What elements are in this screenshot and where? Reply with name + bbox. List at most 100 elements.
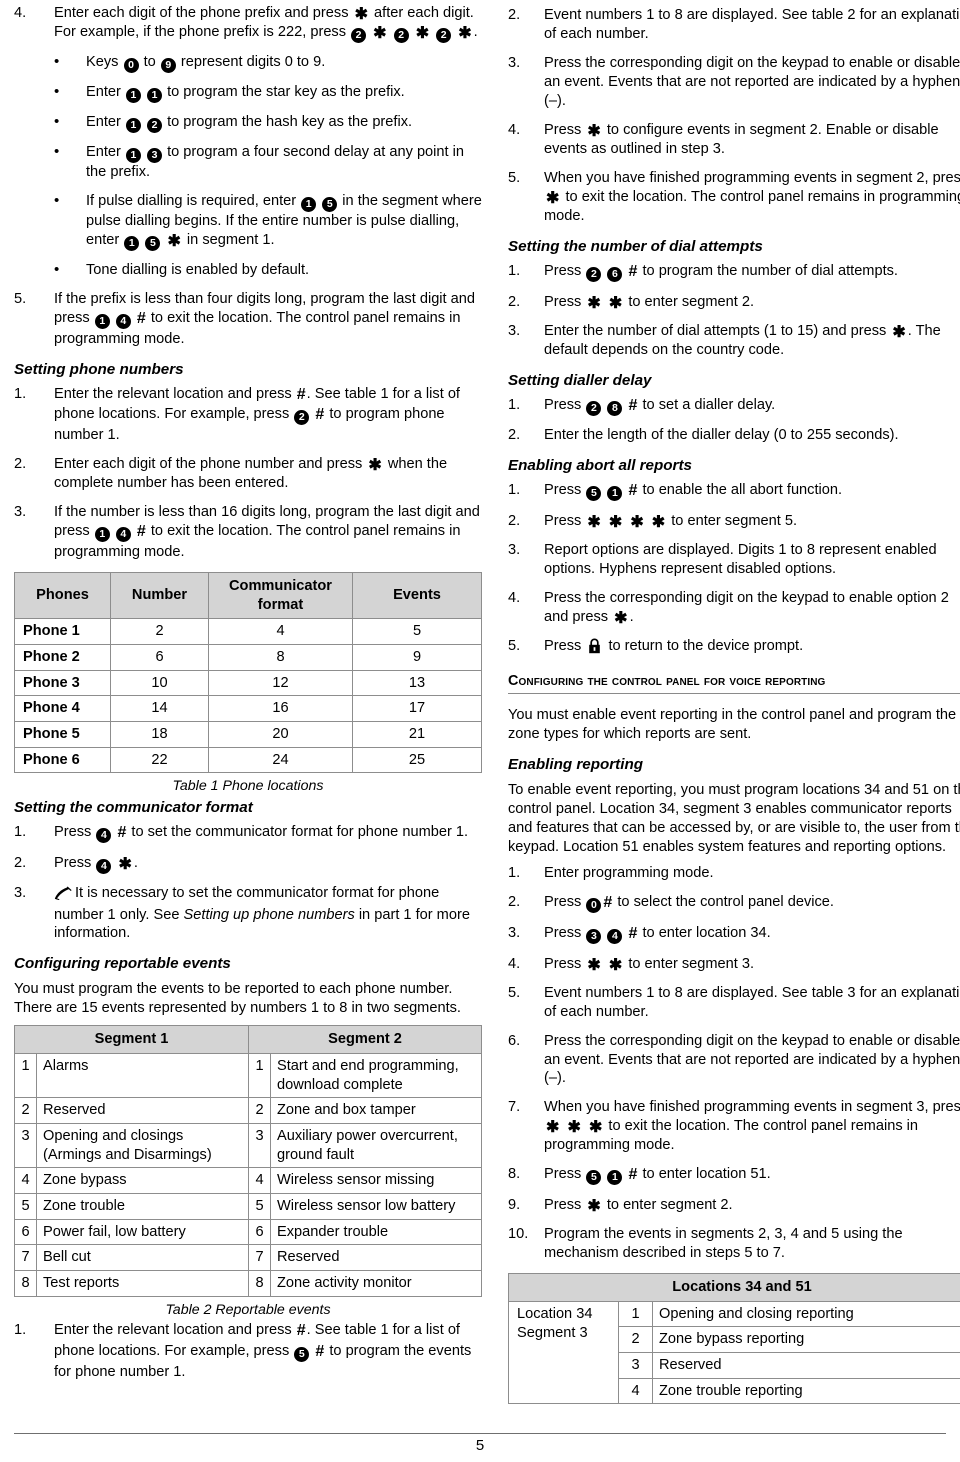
cell-event-s2: Zone activity monitor: [270, 1270, 482, 1297]
list-item: 3. If the number is less than 16 digits …: [14, 503, 482, 562]
key-badge-2: 2: [147, 118, 163, 133]
star-key-icon: ✱: [368, 457, 382, 475]
key-badge-2: 2: [294, 410, 310, 426]
table-row: Phone 6 22 24 25: [14, 746, 482, 774]
key-badge-1: 1: [607, 1170, 623, 1186]
abort-reports-step-list: 1. Press 5 1 # to enable the all abort f…: [508, 481, 960, 660]
list-item: • If pulse dialling is required, enter 1…: [14, 192, 482, 251]
step-text-a: When you have finished programming event…: [544, 1099, 960, 1116]
cell-format: 20: [208, 720, 353, 748]
key-badge-5: 5: [586, 1170, 602, 1186]
list-text: Press ✱ to configure events in segment 2…: [544, 121, 960, 159]
heading-abort-all-reports: Enabling abort all reports: [508, 457, 692, 475]
table-row: Phone 1 2 4 5: [14, 618, 482, 645]
star-key-icon: ✱: [546, 1119, 560, 1137]
cell-description: Zone bypass reporting: [652, 1326, 960, 1354]
list-number: 1.: [508, 396, 521, 413]
list-number: 1.: [14, 823, 27, 840]
list-text: Enter the length of the dialler delay (0…: [544, 427, 899, 444]
list-item: 1. Enter the relevant location and press…: [14, 385, 482, 446]
list-item: 4. Press ✱ ✱ to enter segment 3.: [508, 955, 960, 974]
list-number: 2.: [508, 427, 521, 444]
key-badge-1: 1: [125, 148, 141, 163]
list-item: • Enter 1 1 to program the star key as t…: [14, 83, 482, 103]
cell-event-s1: Reserved: [36, 1097, 249, 1125]
cell-index-s1: 4: [14, 1167, 37, 1195]
star-key-icon: ✱: [630, 514, 644, 532]
list-text: Report options are displayed. Digits 1 t…: [544, 542, 937, 578]
list-item: 5. Press to return to the device prompt.: [508, 637, 960, 660]
list-text: Press 2 8 # to set a dialler delay.: [544, 396, 960, 417]
list-text: Enter programming mode.: [544, 865, 714, 882]
list-number: 2.: [14, 456, 27, 473]
star-key-icon: ✱: [167, 232, 181, 250]
step-text-a: Press: [544, 637, 582, 654]
key-badge-4: 4: [607, 928, 623, 944]
key-badge-1: 1: [147, 88, 163, 103]
list-item: 2. Press 4 ✱.: [14, 854, 482, 874]
key-badge-1: 1: [607, 486, 623, 502]
step-text-a: When you have finished programming event…: [544, 169, 960, 186]
key-badge-1: 1: [124, 235, 140, 251]
cell-phone-name: Phone 5: [14, 720, 111, 748]
hash-key-icon: #: [296, 385, 306, 403]
step-text-a: Press: [544, 121, 582, 138]
column-header-phones: Phones: [14, 571, 111, 620]
list-text: Press ✱ ✱ to enter segment 2.: [544, 293, 960, 312]
cell-event-s2: Expander trouble: [270, 1218, 482, 1246]
step-text-a: Press: [544, 924, 582, 941]
table-locations-34-51: Locations 34 and 51 Location 34 Segment …: [508, 1273, 960, 1405]
list-item: 4. Press the corresponding digit on the …: [508, 589, 960, 627]
column-header-segment-1: Segment 1: [14, 1025, 249, 1055]
step-text-a: Press: [544, 955, 582, 972]
cell-phone-name: Phone 3: [14, 669, 111, 697]
hash-key-icon: #: [603, 894, 613, 912]
list-item: 4. Press ✱ to configure events in segmen…: [508, 121, 960, 159]
cell-index-s1: 1: [14, 1053, 37, 1099]
step-text-b: .: [629, 608, 634, 625]
step-text-a: Press: [544, 1166, 582, 1183]
list-number: 3.: [14, 884, 27, 901]
list-text: Press 3 4 # to enter location 34.: [544, 924, 960, 945]
key-badge-3: 3: [586, 928, 602, 944]
step5-text-b: to exit the location. The control panel …: [54, 309, 461, 347]
bullet-text-b: to program a four second delay at any po…: [86, 144, 464, 180]
cell-event-s2: Start and end programming, download comp…: [270, 1053, 482, 1099]
reportable-events-intro: You must program the events to be report…: [14, 981, 461, 1017]
list-text: Press the corresponding digit on the key…: [544, 54, 960, 109]
step4-text-c: .: [473, 24, 478, 40]
bullet-text-a: Enter: [86, 84, 121, 100]
key-badge-2: 2: [586, 266, 602, 282]
list-text: Event numbers 1 to 8 are displayed. See …: [544, 7, 960, 42]
cell-index-s1: 5: [14, 1193, 37, 1220]
list-text: Press to return to the device prompt.: [544, 637, 960, 660]
table-row: 7 Bell cut 7 Reserved: [14, 1244, 482, 1272]
cell-event-s1: Bell cut: [36, 1244, 249, 1272]
list-number: 2.: [508, 293, 521, 310]
star-key-icon: ✱: [415, 25, 430, 42]
star-key-icon: ✱: [567, 1119, 581, 1137]
table-row: Phone 3 10 12 13: [14, 669, 482, 697]
list-item: 5. Event numbers 1 to 8 are displayed. S…: [508, 984, 960, 1022]
star-key-icon: ✱: [458, 25, 472, 42]
two-column-layout: 4. Enter each digit of the phone prefix …: [0, 0, 960, 1405]
heading-configuring-reportable-events: Configuring reportable events: [14, 955, 231, 973]
cell-phone-name: Phone 6: [14, 746, 111, 774]
heading-voice-reporting: Configuring the control panel for voice …: [508, 673, 960, 695]
key-badge-2: 2: [436, 28, 452, 43]
document-page: 4. Enter each digit of the phone prefix …: [0, 0, 960, 1462]
cell-events: 13: [352, 669, 482, 697]
key-badge-1: 1: [125, 88, 141, 103]
cell-index-s2: 1: [248, 1053, 271, 1099]
key-badge-4: 4: [115, 313, 131, 329]
step-text-b: to program the number of dial attempts.: [642, 262, 898, 279]
list-item: 1. Enter programming mode.: [508, 864, 960, 883]
cell-location-label: Location 34 Segment 3: [508, 1300, 619, 1405]
page-number: 5: [475, 1437, 485, 1455]
heading-setting-phone-numbers: Setting phone numbers: [14, 360, 184, 378]
list-item: 4. Enter each digit of the phone prefix …: [14, 4, 482, 43]
right-column: 2. Event numbers 1 to 8 are displayed. S…: [508, 4, 960, 1405]
list-item: 3. Press the corresponding digit on the …: [508, 54, 960, 111]
cell-index-s2: 2: [248, 1097, 271, 1125]
key-badge-1: 1: [125, 118, 141, 133]
